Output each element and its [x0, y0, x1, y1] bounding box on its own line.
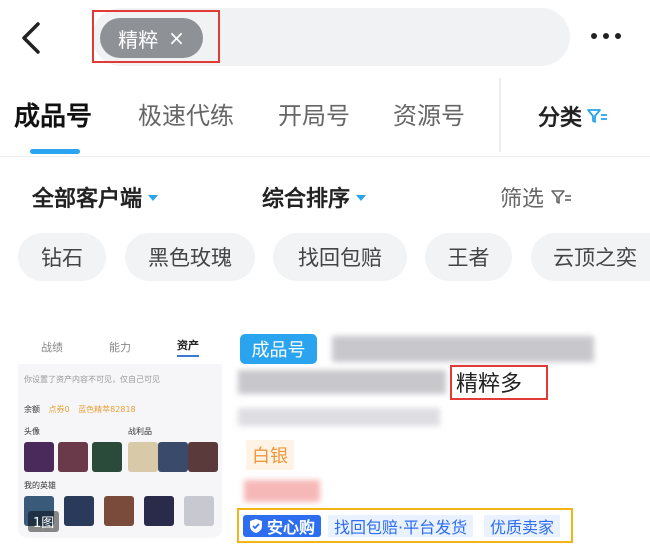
highlight-box — [450, 365, 548, 400]
tab-kaijuhao[interactable]: 开局号 — [278, 96, 350, 131]
hero-image — [104, 496, 134, 526]
chip-zhaohuibaopei[interactable]: 找回包赔 — [273, 233, 407, 281]
thumb-balance-gold: 蓝色精萃82818 — [78, 405, 136, 414]
tab-jisudailian[interactable]: 极速代练 — [138, 96, 234, 131]
active-tab-indicator — [30, 149, 80, 154]
trophy-image — [158, 442, 188, 472]
sort-filter[interactable]: 综合排序 — [262, 181, 367, 213]
chip-wangzhe[interactable]: 王者 — [425, 233, 512, 281]
thumb-balance-label: 余额 — [24, 405, 40, 414]
screen-filter-label: 筛选 — [500, 187, 545, 212]
listing-thumbnail[interactable]: 战绩 能力 资产 你设置了资产内容不可见，仅自己可见 余额 点券0 蓝色精萃82… — [18, 330, 222, 538]
thumb-note: 你设置了资产内容不可见，仅自己可见 — [24, 375, 160, 384]
hero-image — [184, 496, 214, 526]
avatar-image — [92, 442, 122, 472]
avatar-image — [24, 442, 54, 472]
screen-filter[interactable]: 筛选 — [500, 181, 572, 213]
category-label: 分类 — [538, 106, 583, 131]
thumb-tab-active: 资产 — [177, 337, 199, 357]
chip-zuanshi[interactable]: 钻石 — [18, 233, 106, 281]
blurred-title — [332, 336, 594, 362]
tab-chengpinhao[interactable]: 成品号 — [14, 96, 92, 133]
assurance-badge: 安心购 — [243, 515, 322, 537]
tab-ziyuanhao[interactable]: 资源号 — [393, 96, 465, 131]
shield-check-icon — [250, 519, 262, 533]
thumb-tab: 能力 — [109, 341, 131, 354]
caret-down-icon — [148, 195, 159, 201]
thumb-tab: 战绩 — [41, 341, 63, 354]
client-filter[interactable]: 全部客户端 — [32, 181, 159, 213]
tab-separator — [499, 78, 501, 152]
chip-heiseimeigui[interactable]: 黑色玫瑰 — [125, 233, 255, 281]
trophy-image — [188, 442, 218, 472]
thumb-balance: 余额 点券0 蓝色精萃82818 — [24, 404, 136, 415]
assurance-detail: 找回包赔·平台发货 — [328, 515, 474, 537]
blurred-price — [244, 480, 320, 502]
more-icon[interactable] — [586, 24, 626, 48]
assurance-label: 安心购 — [267, 518, 316, 537]
rank-badge: 白银 — [246, 440, 294, 470]
header-divider — [0, 156, 650, 157]
client-filter-label: 全部客户端 — [32, 187, 143, 212]
category-button[interactable]: 分类 — [538, 100, 608, 132]
chip-yundingzhiyi[interactable]: 云顶之奕 — [531, 233, 650, 281]
blurred-title — [238, 370, 446, 394]
filter-icon — [551, 190, 572, 204]
thumb-avatar-label: 头像 — [24, 427, 40, 436]
hero-image — [64, 496, 94, 526]
hero-image — [144, 496, 174, 526]
blurred-subtitle — [238, 408, 440, 426]
image-count-badge: 1图 — [28, 511, 60, 532]
avatar-image — [58, 442, 88, 472]
thumb-hero-label: 我的英雄 — [24, 481, 56, 490]
thumb-balance-points: 点券0 — [48, 405, 70, 414]
caret-down-icon — [356, 195, 367, 201]
sort-filter-label: 综合排序 — [262, 187, 351, 212]
trophy-image — [128, 442, 158, 472]
back-arrow-icon[interactable] — [14, 18, 50, 58]
search-tag-highlight — [92, 10, 220, 63]
thumb-trophy-label: 战利品 — [128, 427, 152, 436]
thumb-tabs: 战绩 能力 资产 — [18, 330, 222, 364]
filter-icon — [587, 109, 608, 123]
listing-type-badge: 成品号 — [240, 334, 317, 364]
seller-badge: 优质卖家 — [484, 515, 561, 537]
